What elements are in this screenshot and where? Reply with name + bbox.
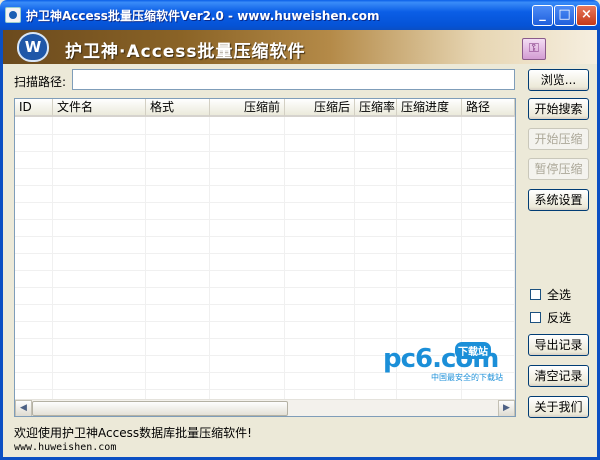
window-frame-left <box>0 30 3 460</box>
watermark-logo: pc6.com 下载站 中国最安全的下载站 <box>383 340 503 384</box>
grid-column-line <box>52 117 53 399</box>
grid-row-line <box>15 236 515 237</box>
clear-log-button[interactable]: 清空记录 <box>528 365 589 387</box>
invert-select-option[interactable]: 反选 <box>530 309 571 326</box>
grid-row-line <box>15 270 515 271</box>
start-compress-button[interactable]: 开始压缩 <box>528 128 589 150</box>
scroll-right-arrow-icon[interactable]: ▶ <box>498 400 515 416</box>
column-header-filename[interactable]: 文件名 <box>53 99 146 117</box>
column-header-id[interactable]: ID <box>15 99 53 117</box>
grid-column-line <box>354 117 355 399</box>
grid-row-line <box>15 389 515 390</box>
grid-column-line <box>209 117 210 399</box>
scroll-left-arrow-icon[interactable]: ◀ <box>15 400 32 416</box>
grid-column-line <box>514 117 515 399</box>
status-website-link[interactable]: www.huweishen.com <box>14 442 116 453</box>
grid-row-line <box>15 321 515 322</box>
column-header-after[interactable]: 压缩后 <box>285 99 355 117</box>
pause-compress-button[interactable]: 暂停压缩 <box>528 158 589 180</box>
app-banner: W 护卫神·Access批量压缩软件 <box>3 30 597 64</box>
column-header-before[interactable]: 压缩前 <box>210 99 285 117</box>
grid-column-line <box>284 117 285 399</box>
grid-row-line <box>15 134 515 135</box>
start-search-button[interactable]: 开始搜索 <box>528 98 589 120</box>
scrollbar-thumb[interactable] <box>32 401 288 416</box>
grid-row-line <box>15 287 515 288</box>
maximize-button[interactable]: □ <box>554 5 575 26</box>
column-header-progress[interactable]: 压缩进度 <box>397 99 462 117</box>
grid-row-line <box>15 253 515 254</box>
status-welcome-text: 欢迎使用护卫神Access数据库批量压缩软件! <box>14 426 252 440</box>
banner-title: 护卫神·Access批量压缩软件 <box>65 42 306 62</box>
grid-row-line <box>15 338 515 339</box>
shield-logo-icon: W <box>17 32 49 62</box>
key-icon[interactable]: ⚿ <box>522 38 546 60</box>
grid-row-line <box>15 185 515 186</box>
close-button[interactable]: × <box>576 5 597 26</box>
invert-select-checkbox[interactable] <box>530 312 541 323</box>
column-header-path[interactable]: 路径 <box>462 99 515 117</box>
column-header-format[interactable]: 格式 <box>146 99 210 117</box>
browse-button[interactable]: 浏览... <box>528 69 589 91</box>
grid-column-line <box>145 117 146 399</box>
title-bar: 护卫神Access批量压缩软件Ver2.0 - www.huweishen.co… <box>0 0 600 30</box>
minimize-button[interactable]: _ <box>532 5 553 26</box>
select-all-option[interactable]: 全选 <box>530 286 571 303</box>
grid-row-line <box>15 168 515 169</box>
app-icon[interactable] <box>5 7 21 23</box>
invert-select-label: 反选 <box>547 311 572 325</box>
select-all-label: 全选 <box>547 288 572 302</box>
select-all-checkbox[interactable] <box>530 289 541 300</box>
export-log-button[interactable]: 导出记录 <box>528 334 589 356</box>
horizontal-scrollbar[interactable]: ◀ ▶ <box>15 399 515 416</box>
table-header: ID 文件名 格式 压缩前 压缩后 压缩率 压缩进度 路径 <box>15 99 515 117</box>
watermark-subtitle: 中国最安全的下载站 <box>431 373 503 382</box>
about-us-button[interactable]: 关于我们 <box>528 396 589 418</box>
grid-row-line <box>15 304 515 305</box>
scan-path-input[interactable] <box>72 69 515 90</box>
scan-path-label: 扫描路径: <box>14 75 67 89</box>
system-settings-button[interactable]: 系统设置 <box>528 189 589 211</box>
window-title: 护卫神Access批量压缩软件Ver2.0 - www.huweishen.co… <box>26 9 380 23</box>
grid-row-line <box>15 151 515 152</box>
column-header-ratio[interactable]: 压缩率 <box>355 99 397 117</box>
grid-row-line <box>15 202 515 203</box>
watermark-badge: 下载站 <box>455 342 491 359</box>
grid-row-line <box>15 219 515 220</box>
